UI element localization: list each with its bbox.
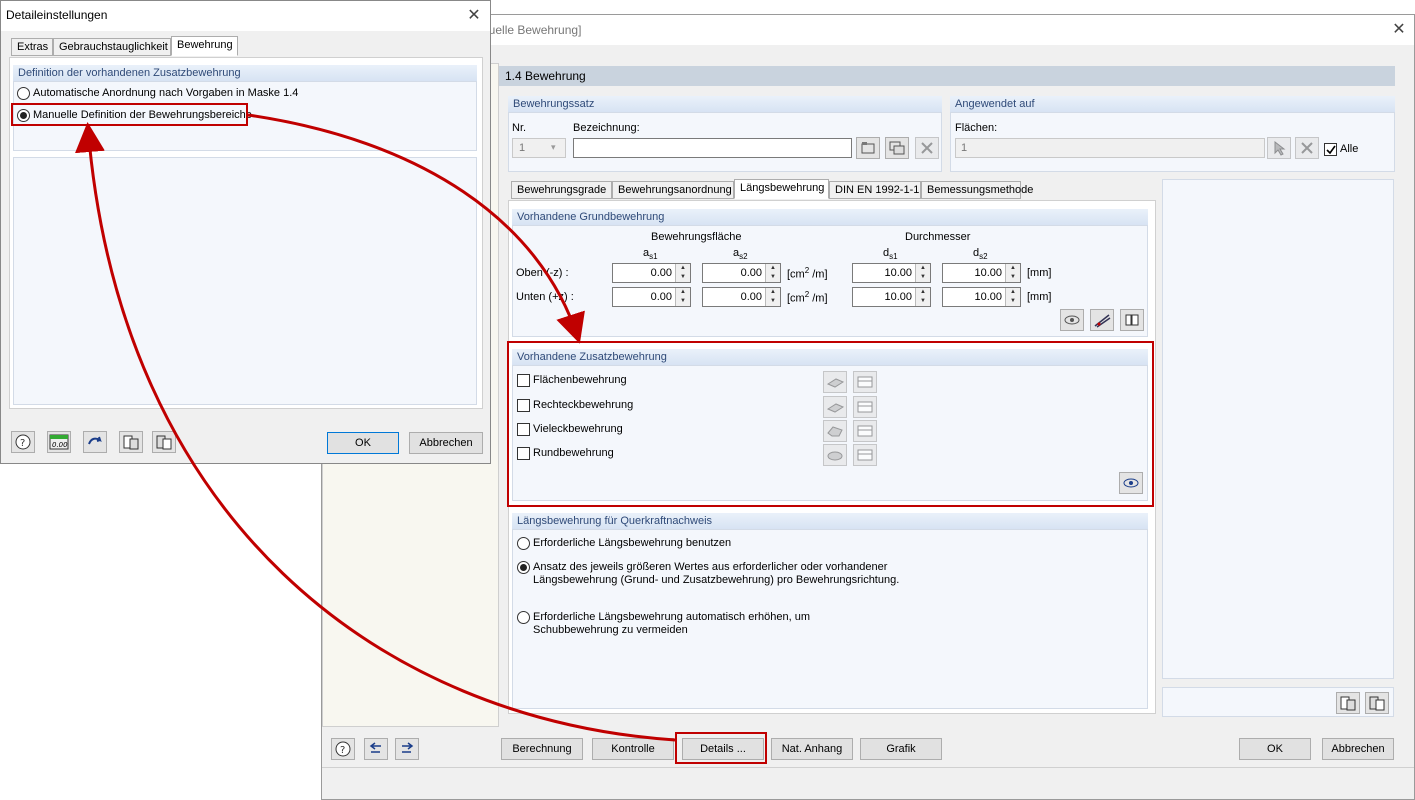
arrow-to-zusatz <box>247 113 585 344</box>
arrow-from-details <box>75 122 676 742</box>
annotation-arrows <box>75 113 676 742</box>
